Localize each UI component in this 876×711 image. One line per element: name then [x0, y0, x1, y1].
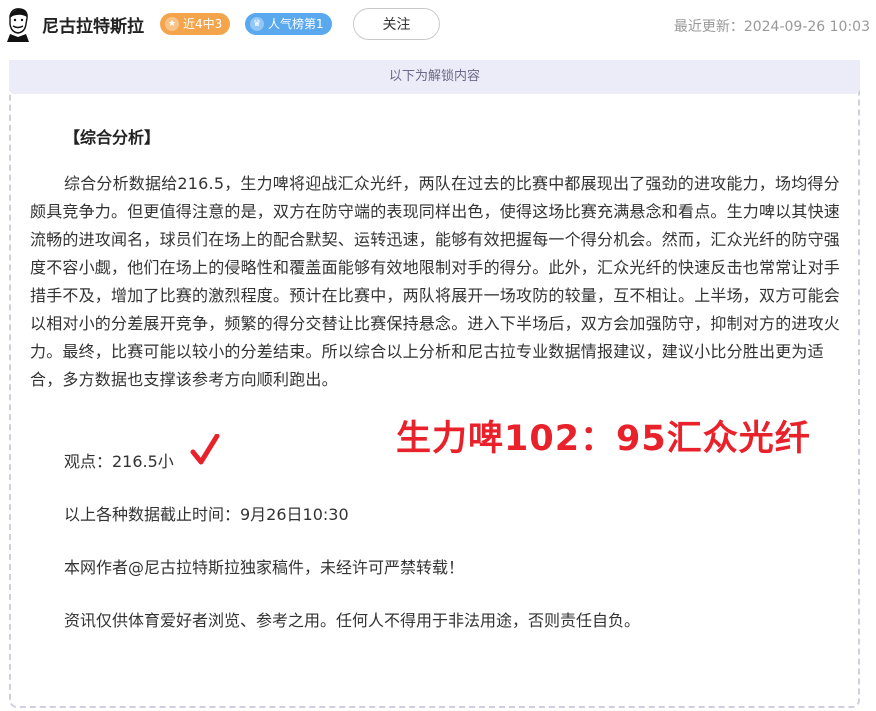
analysis-paragraph: 综合分析数据给216.5，生力啤将迎战汇众光纤，两队在过去的比赛中都展现出了强劲… [30, 174, 841, 389]
last-updated-label: 最近更新： [673, 19, 744, 35]
recent-record-text: 近4中3 [183, 17, 223, 31]
red-checkmark-icon [190, 434, 220, 465]
author-name[interactable]: 尼古拉特斯拉 [42, 12, 144, 37]
data-deadline: 以上各种数据截止时间：9月26日10:30 [64, 505, 349, 524]
crown-icon: ♛ [250, 17, 264, 31]
disclaimer: 资讯仅供体育爱好者浏览、参考之用。任何人不得用于非法用途，否则责任自负。 [64, 611, 641, 630]
popularity-rank-text: 人气榜第1 [268, 17, 324, 31]
copyright-notice: 本网作者@尼古拉特斯拉独家稿件，未经许可严禁转载！ [64, 558, 465, 577]
score-overlay: 生力啤102：95汇众光纤 [396, 419, 811, 459]
follow-button[interactable]: 关注 [353, 8, 440, 40]
author-header: 尼古拉特斯拉 ★ 近4中3 ♛ 人气榜第1 关注 最近更新：2024-09-26… [0, 0, 876, 52]
unlock-banner: 以下为解锁内容 [9, 60, 860, 94]
popularity-rank-badge: ♛ 人气榜第1 [245, 13, 332, 35]
section-title: 【综合分析】 [64, 128, 161, 147]
recent-record-badge: ★ 近4中3 [160, 13, 231, 35]
tesla-avatar[interactable] [4, 6, 32, 42]
viewpoint-line: 观点：216.5小 [64, 452, 174, 471]
last-updated-time: 2024-09-26 10:03 [743, 19, 870, 35]
star-icon: ★ [165, 17, 179, 31]
last-updated: 最近更新：2024-09-26 10:03 [674, 16, 870, 36]
